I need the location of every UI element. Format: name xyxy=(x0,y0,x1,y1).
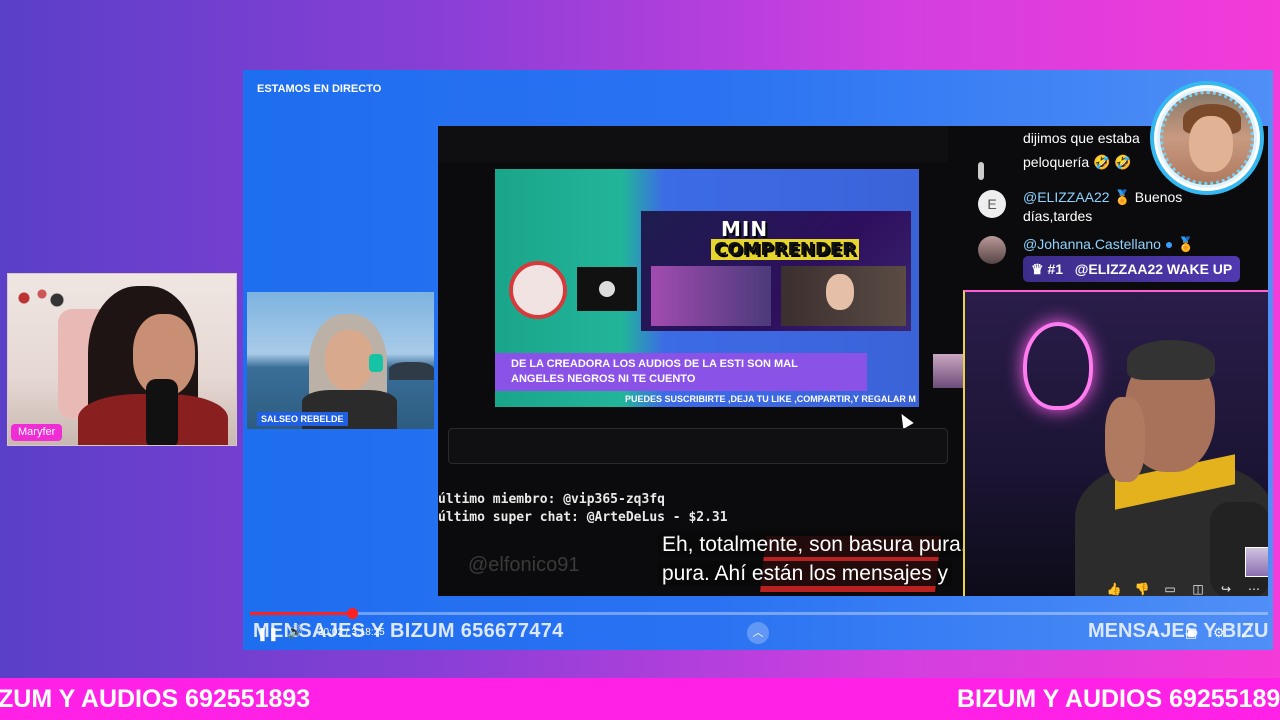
guest-face xyxy=(325,330,373,390)
circle-webcam-frame xyxy=(1160,91,1254,185)
video-top-strip xyxy=(438,126,948,162)
settings-icon[interactable]: ⚙ xyxy=(1213,625,1225,641)
poster-title: MIN xyxy=(721,217,769,241)
poster-face xyxy=(826,274,854,310)
autoplay-toggle-icon[interactable]: ◐ xyxy=(1153,625,1161,640)
crown-icon: 🏅 xyxy=(1177,236,1195,252)
nested-avatar-circle xyxy=(509,261,567,319)
bottom-ticker-left: ZUM Y AUDIOS 692551893 xyxy=(0,685,311,713)
main-stage: ESTAMOS EN DIRECTO SALSEO REBELDE MIN CO… xyxy=(243,70,1273,650)
circle-webcam-face xyxy=(1189,116,1233,172)
webcam-name-badge: Maryfer xyxy=(11,424,63,441)
host-hand xyxy=(1105,397,1145,482)
pause-icon[interactable]: ❚❚ xyxy=(257,626,279,642)
chat-avatar xyxy=(978,236,1006,264)
chat-message-text: peloquería 🤣 🤣 xyxy=(1023,154,1132,170)
nested-poster: MIN COMPRENDER xyxy=(641,211,911,331)
poster-subtitle: COMPRENDER xyxy=(711,239,859,260)
mini-thumbnail[interactable] xyxy=(1245,547,1268,577)
alien-neon-icon xyxy=(1023,322,1093,410)
left-webcam xyxy=(7,273,237,446)
chat-handle: @Johanna.Castellano xyxy=(1023,236,1161,252)
side-thumbnail xyxy=(933,354,963,388)
progress-fill xyxy=(250,612,352,615)
chat-handle: @ELIZZAA22 xyxy=(1023,189,1110,205)
live-label: ESTAMOS EN DIRECTO xyxy=(257,83,382,95)
comment-icon[interactable]: ▭ xyxy=(1161,582,1179,596)
chat-text-cont: días,tardes xyxy=(1023,208,1093,224)
banner-line-2: ANGELES NEGROS NI TE CUENTO xyxy=(511,373,696,385)
crown-icon: 🏅 xyxy=(1113,189,1131,205)
fullscreen-icon[interactable]: ⤢ xyxy=(1241,625,1251,641)
rank-message: @ELIZZAA22 WAKE UP xyxy=(1074,261,1233,277)
bottom-ticker: ZUM Y AUDIOS 692551893 BIZUM Y AUDIOS 69… xyxy=(0,678,1280,720)
record-icon xyxy=(599,281,615,297)
last-superchat-text: último super chat: @ArteDeLus - $2.31 xyxy=(438,510,728,525)
poster-webcam-right xyxy=(781,266,906,326)
like-icon[interactable]: 👍 xyxy=(1105,582,1123,596)
subtitle-line-2: pura. Ahí están los mensajes y xyxy=(658,561,952,586)
chat-message: @Johanna.Castellano ● 🏅 xyxy=(1023,236,1195,253)
rank-badge: ♛ #1 @ELIZZAA22 WAKE UP xyxy=(1023,256,1241,282)
rank-number: #1 xyxy=(1047,261,1064,277)
shared-video[interactable]: MIN COMPRENDER DE LA CREADORA LOS AUDIOS… xyxy=(438,126,1268,596)
bottom-ticker-right: BIZUM Y AUDIOS 69255189 xyxy=(957,685,1280,713)
verified-icon: ● xyxy=(1164,236,1174,252)
chat-text: Buenos xyxy=(1134,189,1183,205)
chat-message-text: dijimos que estaba xyxy=(1023,130,1140,146)
time-display: 20:02 / 3:18:25 xyxy=(318,627,385,638)
background-rocks xyxy=(389,362,434,380)
last-member-text: último miembro: @vip365-zq3fq xyxy=(438,492,665,507)
guest-webcam: SALSEO REBELDE xyxy=(247,292,434,429)
nested-banner: DE LA CREADORA LOS AUDIOS DE LA ESTI SON… xyxy=(495,353,867,391)
share-icon[interactable]: ↪ xyxy=(1217,582,1235,596)
progress-bar[interactable] xyxy=(250,608,1268,619)
dislike-icon[interactable]: 👎 xyxy=(1133,582,1151,596)
circle-webcam xyxy=(1150,81,1264,195)
subtitles-icon[interactable]: ▣ xyxy=(1185,625,1197,641)
more-icon[interactable]: ⋯ xyxy=(1245,582,1263,596)
microphone xyxy=(146,379,178,445)
crown-icon: ♛ xyxy=(1031,261,1044,277)
chat-scroll-handle[interactable] xyxy=(978,162,984,180)
poster-webcam-left xyxy=(651,266,771,326)
host-hair xyxy=(1127,340,1215,380)
host-webcam: 👍 👎 ▭ ◫ ↪ ⋯ xyxy=(963,290,1268,596)
chevron-up-icon[interactable]: ︿ xyxy=(747,622,769,644)
progress-knob[interactable] xyxy=(346,608,358,619)
headset-icon xyxy=(369,354,383,372)
banner-line-1: DE LA CREADORA LOS AUDIOS DE LA ESTI SON… xyxy=(511,358,798,370)
nested-stream-frame: MIN COMPRENDER DE LA CREADORA LOS AUDIOS… xyxy=(495,169,919,407)
nested-chat-input xyxy=(448,428,948,464)
volume-icon[interactable]: 🔊 xyxy=(287,624,303,640)
nested-placeholder-box xyxy=(577,267,637,311)
chat-avatar: E xyxy=(978,190,1006,218)
chat-icon[interactable]: ◫ xyxy=(1189,582,1207,596)
guest-webcam-label: SALSEO REBELDE xyxy=(257,412,348,426)
video-actions: 👍 👎 ▭ ◫ ↪ ⋯ xyxy=(1105,582,1263,596)
nested-ticker: PUEDES SUSCRIBIRTE ,DEJA TU LIKE ,COMPAR… xyxy=(625,394,916,404)
mouse-cursor-icon xyxy=(896,410,914,430)
chat-message: @ELIZZAA22 🏅 Buenos xyxy=(1023,189,1182,206)
